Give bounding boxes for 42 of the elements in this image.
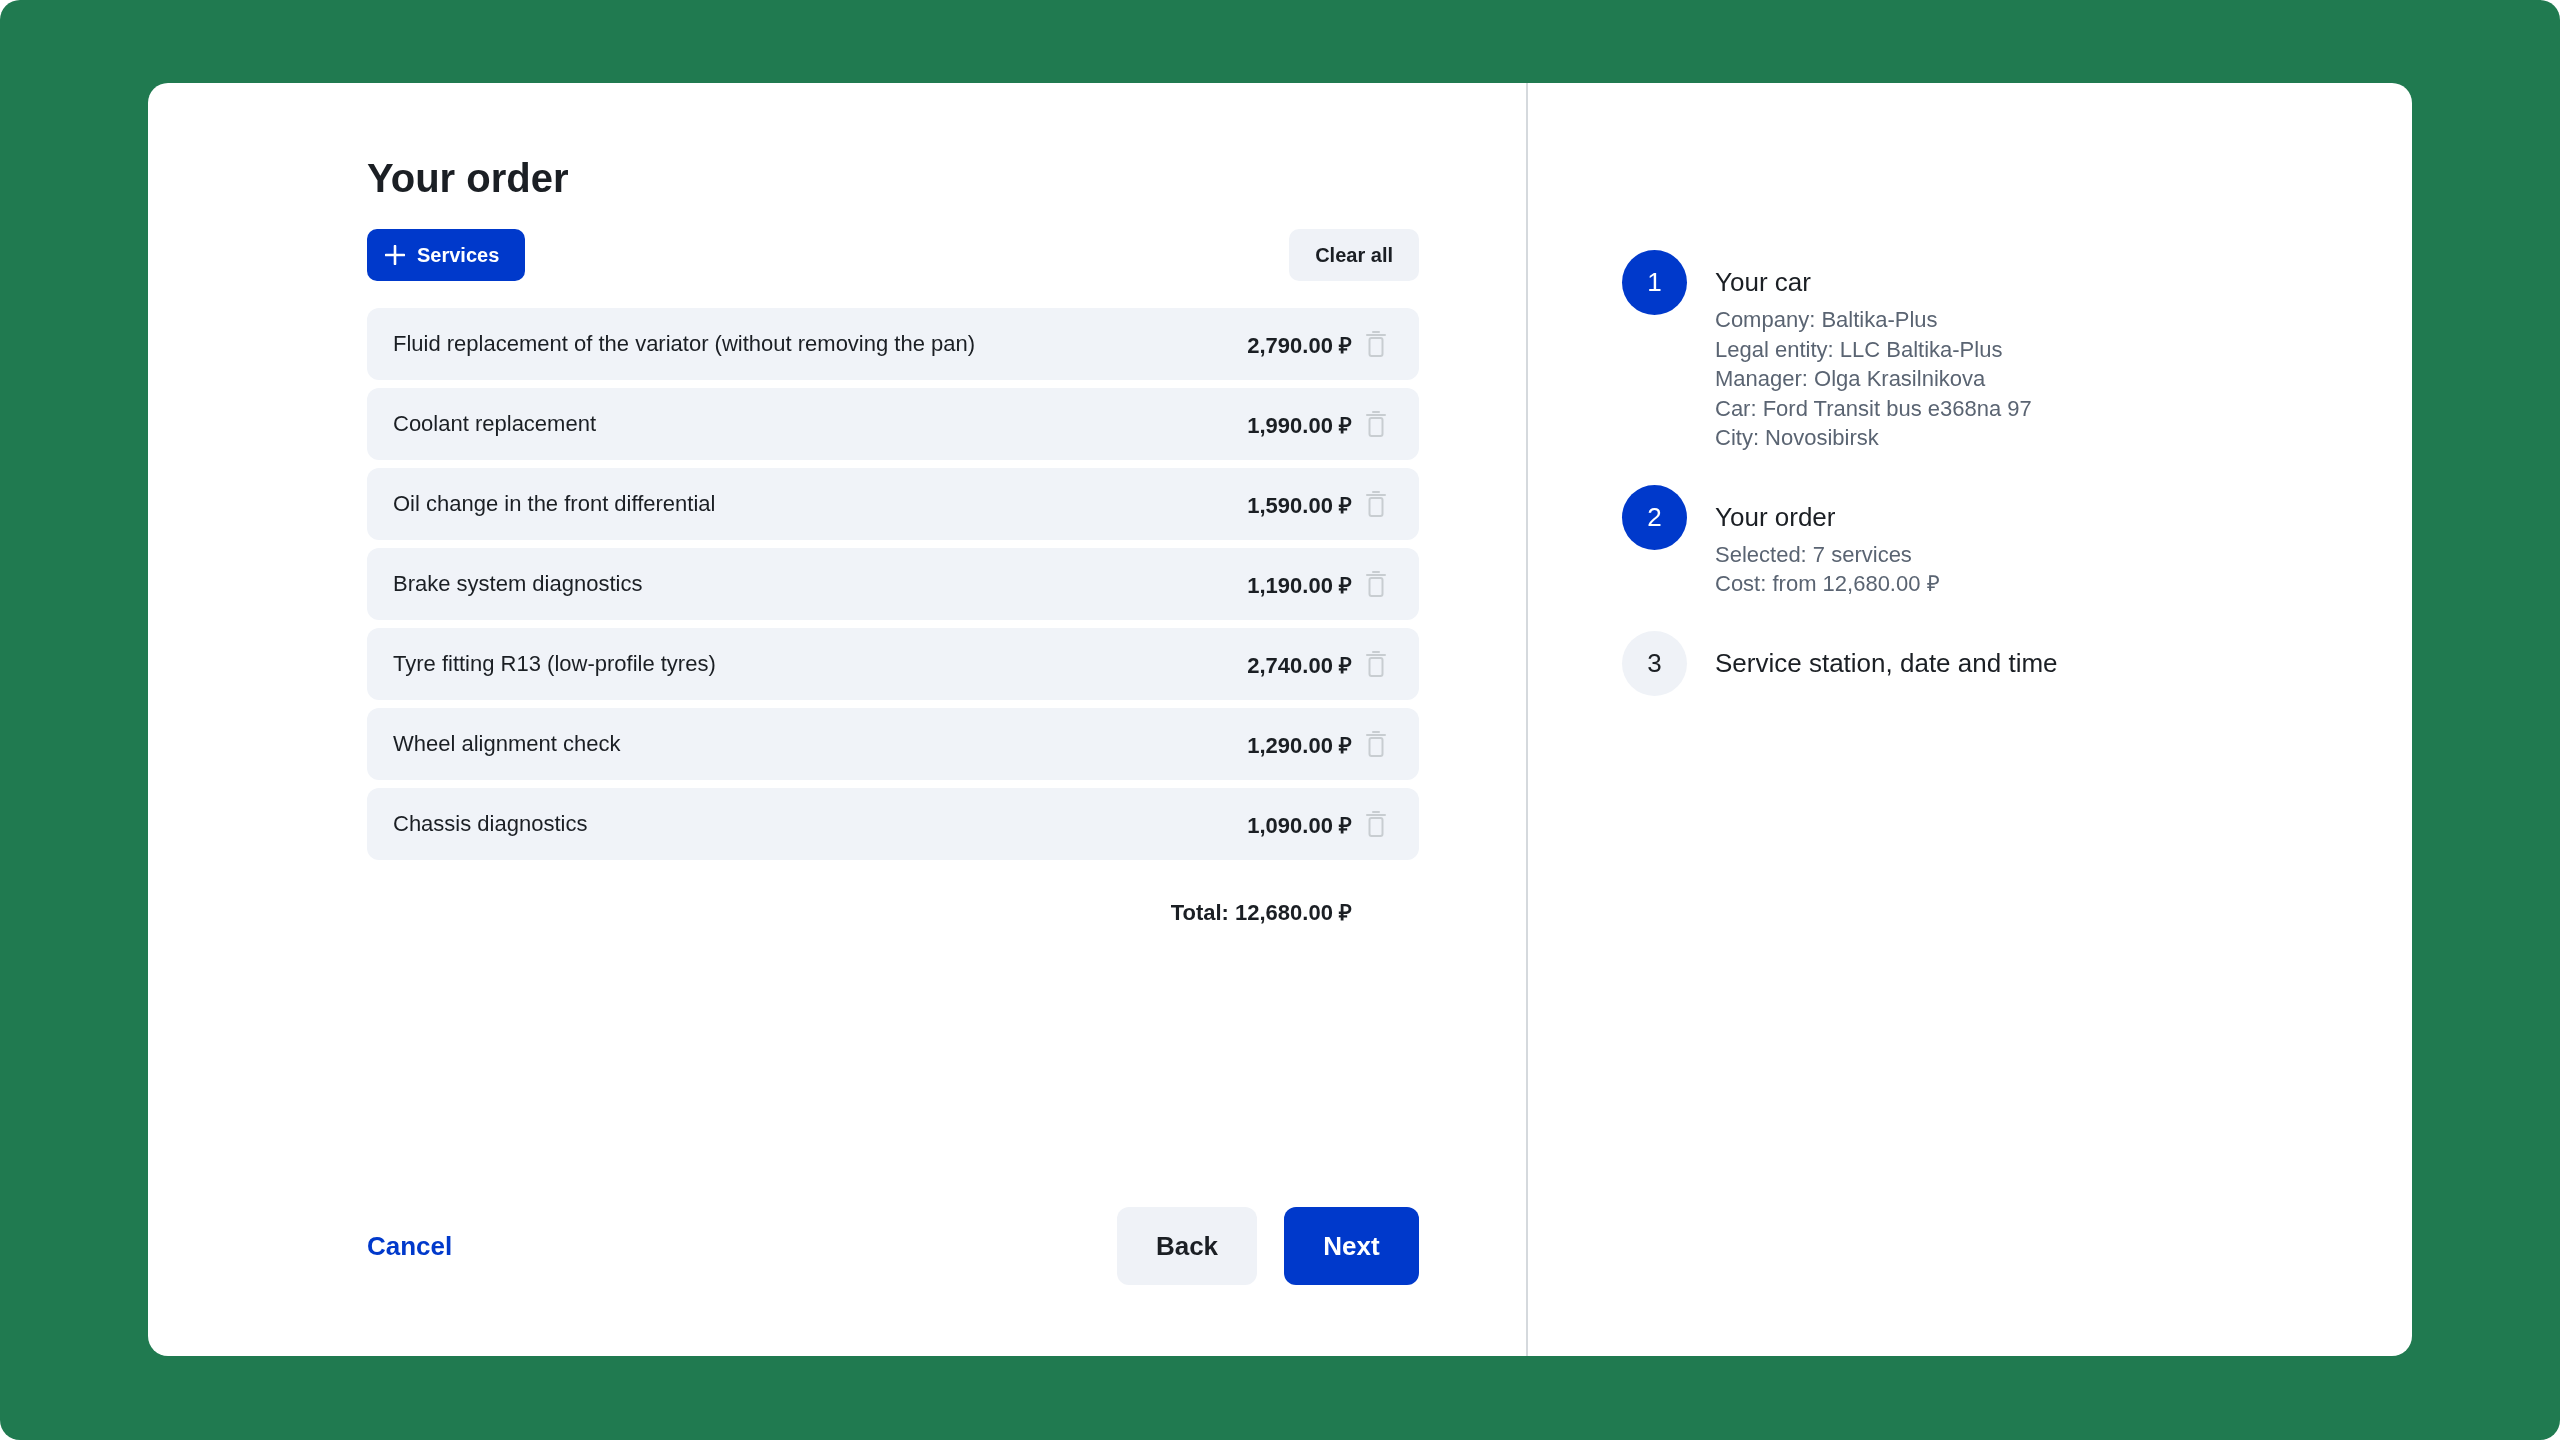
step-detail: Cost: from 12,680.00 ₽	[1715, 570, 1940, 598]
service-name: Oil change in the front differential	[393, 491, 717, 517]
step-number: 1	[1622, 250, 1687, 315]
service-price: 1,290.00 ₽	[1247, 732, 1352, 759]
back-button[interactable]: Back	[1117, 1207, 1257, 1285]
service-price: 1,190.00 ₽	[1247, 572, 1352, 599]
step-detail: Company: Baltika-Plus	[1715, 306, 1939, 334]
trash-icon[interactable]	[1366, 811, 1386, 837]
trash-icon[interactable]	[1366, 331, 1386, 357]
step-detail: Car: Ford Transit bus e368na 97	[1715, 394, 2032, 423]
add-services-button[interactable]: Services	[367, 229, 526, 281]
service-name: Wheel alignment check	[393, 731, 622, 757]
trash-icon[interactable]	[1366, 571, 1386, 597]
service-name: Fluid replacement of the variator (without removing the pan)	[393, 331, 977, 357]
step-detail: Manager: Olga Krasilnikova	[1715, 365, 1987, 393]
clear-all-button[interactable]: Clear all	[1289, 229, 1419, 281]
step-number: 3	[1622, 630, 1687, 696]
trash-icon[interactable]	[1366, 411, 1386, 437]
service-name: Coolant replacement	[393, 411, 597, 437]
service-price: 2,790.00 ₽	[1247, 332, 1352, 359]
plus-icon	[385, 245, 405, 265]
step-detail: City: Novosibirsk	[1715, 424, 1880, 452]
step-title: Your car	[1715, 266, 1812, 299]
trash-icon[interactable]	[1366, 651, 1386, 677]
trash-icon[interactable]	[1366, 731, 1386, 757]
service-price: 2,740.00 ₽	[1247, 652, 1352, 679]
service-name: Chassis diagnostics	[393, 811, 589, 837]
page-title: Your order	[367, 155, 570, 202]
step-title: Service station, date and time	[1715, 646, 2058, 680]
step-detail: Legal entity: LLC Baltika-Plus	[1715, 335, 2004, 364]
step-title: Your order	[1715, 500, 1837, 534]
service-price: 1,090.00 ₽	[1247, 812, 1352, 839]
next-button[interactable]: Next	[1284, 1207, 1419, 1285]
trash-icon[interactable]	[1366, 491, 1386, 517]
service-name: Tyre fitting R13 (low-profile tyres)	[393, 651, 717, 677]
order-total: Total: 12,680.00 ₽	[1170, 899, 1352, 927]
cancel-link[interactable]: Cancel	[367, 1230, 453, 1262]
service-price: 1,990.00 ₽	[1247, 412, 1352, 439]
step-number: 2	[1622, 484, 1687, 550]
service-name: Brake system diagnostics	[393, 571, 644, 597]
service-price: 1,590.00 ₽	[1247, 492, 1352, 519]
step-detail: Selected: 7 services	[1715, 540, 1913, 569]
